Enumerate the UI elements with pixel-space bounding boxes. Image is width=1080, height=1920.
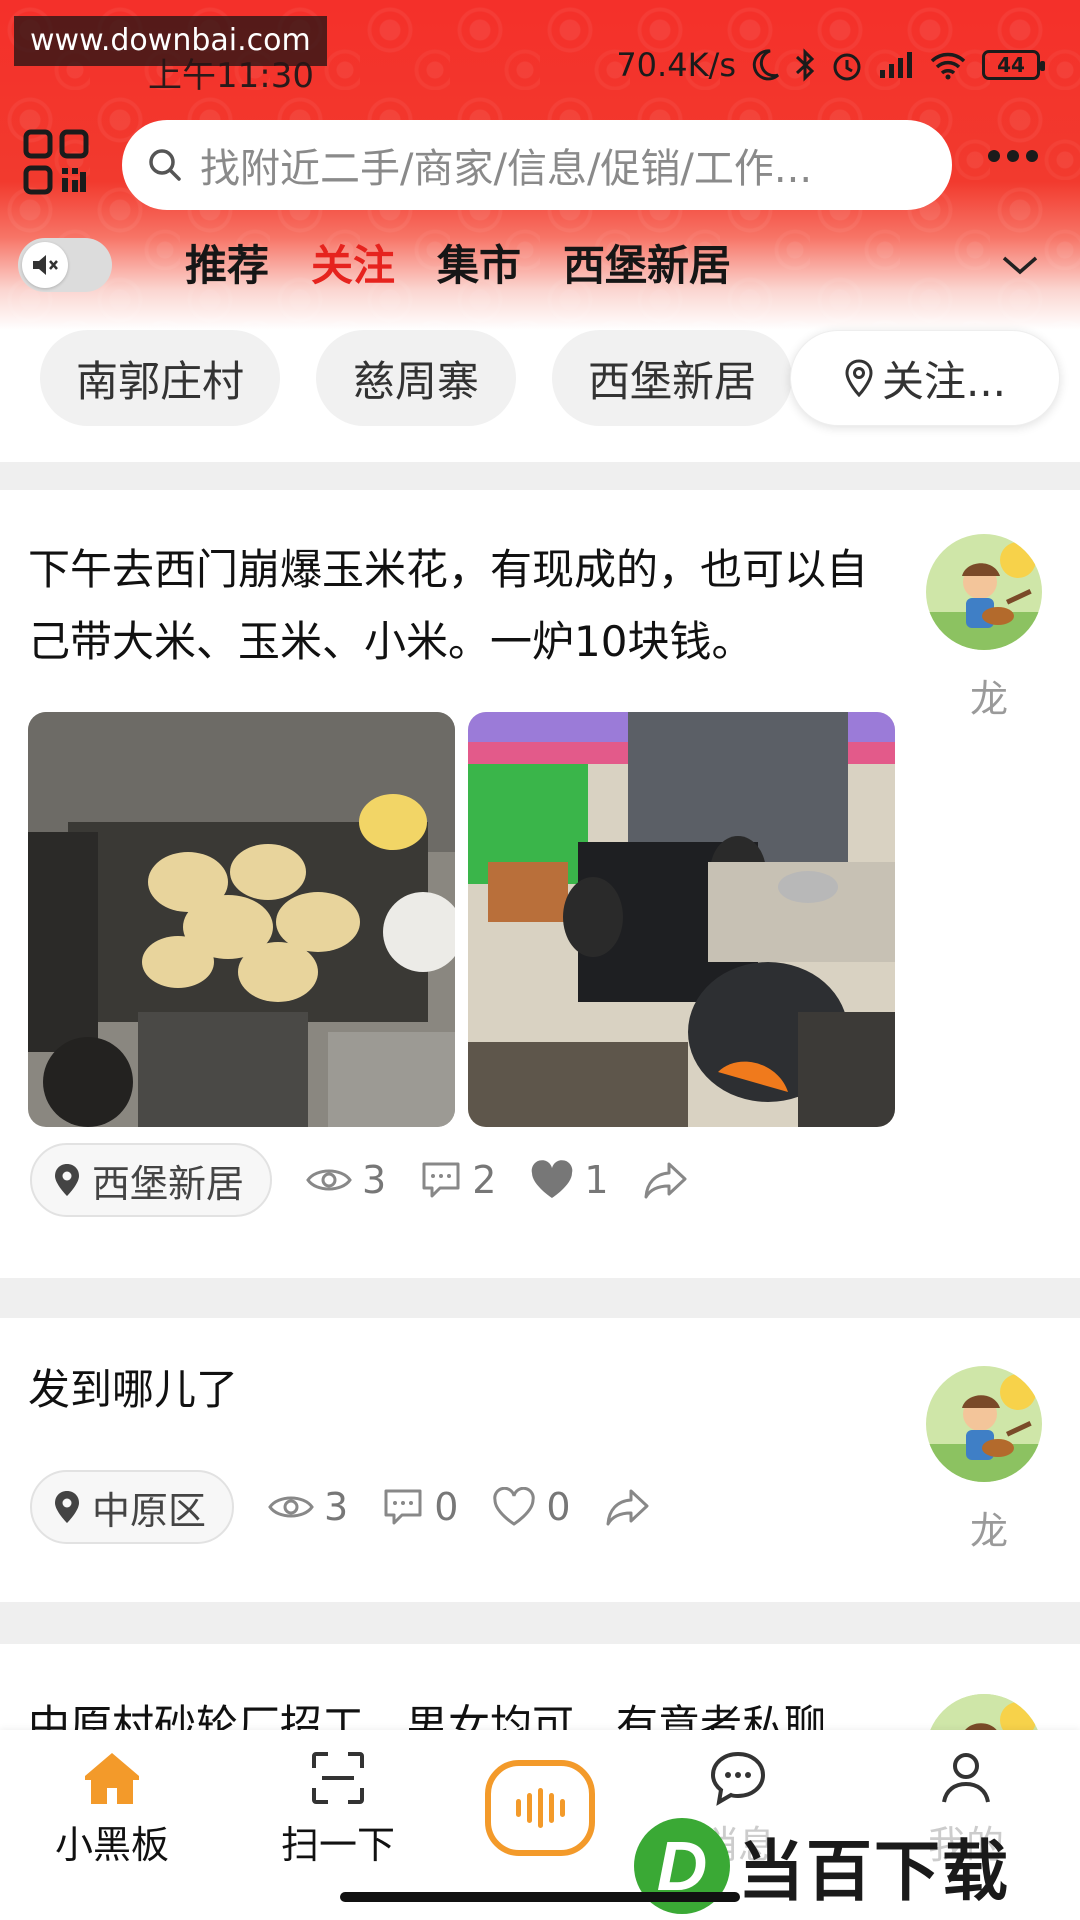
- like-count-value: 0: [546, 1485, 571, 1529]
- location-tag[interactable]: 西堡新居: [30, 1143, 273, 1217]
- chevron-down-icon[interactable]: [1000, 250, 1040, 280]
- post-meta: 中原区 3 0 0: [30, 1470, 651, 1544]
- scan-icon: [312, 1752, 364, 1804]
- status-icons: 70.4K/s 44: [616, 46, 1045, 84]
- tab-market[interactable]: 集市: [437, 238, 521, 294]
- comment-count-value: 0: [434, 1485, 459, 1529]
- nav-scan-label: 扫一下: [280, 1823, 395, 1867]
- qr-scan-icon[interactable]: [22, 128, 90, 196]
- signal-icon: [880, 52, 912, 78]
- comment-icon: [422, 1162, 460, 1198]
- chip-cizhouzhai[interactable]: 慈周寨: [316, 330, 516, 426]
- comment-button[interactable]: 0: [382, 1485, 458, 1529]
- post-photo[interactable]: [468, 712, 895, 1127]
- share-icon: [606, 1489, 649, 1526]
- header: 上午11:30 70.4K/s 44 www.downbai.com 找附近二手…: [0, 0, 1080, 330]
- bluetooth-icon: [795, 48, 815, 82]
- sound-toggle[interactable]: [18, 238, 112, 292]
- wifi-icon: [930, 52, 966, 80]
- view-count-value: 3: [362, 1158, 387, 1202]
- like-button[interactable]: 1: [530, 1158, 609, 1202]
- chip-xibao[interactable]: 西堡新居: [552, 330, 792, 426]
- avatar[interactable]: [926, 1694, 1042, 1730]
- chat-icon: [710, 1751, 766, 1806]
- chip-follow-location[interactable]: 关注...: [790, 330, 1060, 426]
- post-text: 发到哪儿了: [28, 1365, 239, 1414]
- like-count-value: 1: [584, 1158, 609, 1202]
- author-name: 龙: [969, 1509, 1008, 1553]
- view-count-value: 3: [324, 1485, 349, 1529]
- comment-count-value: 2: [472, 1158, 497, 1202]
- home-indicator: [340, 1892, 740, 1902]
- share-button[interactable]: [643, 1160, 689, 1200]
- location-tag-label: 西堡新居: [92, 1161, 245, 1206]
- share-button[interactable]: [605, 1487, 651, 1527]
- location-tag[interactable]: 中原区: [30, 1470, 235, 1544]
- search-input[interactable]: 找附近二手/商家/信息/促销/工作...: [122, 120, 952, 210]
- user-icon: [942, 1753, 990, 1803]
- post-photo[interactable]: [28, 712, 455, 1127]
- comment-icon: [384, 1489, 422, 1525]
- nav-scan[interactable]: 扫一下: [258, 1730, 418, 1869]
- location-pin-icon: [845, 359, 873, 397]
- tab-following[interactable]: 关注: [311, 238, 395, 294]
- tab-recommend[interactable]: 推荐: [185, 238, 269, 294]
- location-pin-icon: [55, 1491, 79, 1523]
- share-icon: [644, 1162, 687, 1199]
- location-chip-bar: 南郭庄村 慈周寨 西堡新居 关注...: [0, 330, 1080, 460]
- section-divider: [0, 1278, 1080, 1318]
- post-card[interactable]: 中原村砂轮厂招工，男女均可，有意者私聊: [0, 1644, 1080, 1730]
- heart-outline-icon: [493, 1487, 536, 1526]
- section-divider: [0, 1602, 1080, 1644]
- home-icon: [85, 1753, 139, 1804]
- comment-button[interactable]: 2: [420, 1158, 496, 1202]
- tab-xibao[interactable]: 西堡新居: [563, 238, 731, 294]
- eye-icon: [268, 1496, 314, 1518]
- avatar[interactable]: [926, 1366, 1042, 1482]
- post-text: 下午去西门崩爆玉米花，有现成的，也可以自己带大米、玉米、小米。一炉10块钱。: [28, 545, 869, 666]
- more-menu-button[interactable]: [988, 150, 1038, 164]
- post-meta: 西堡新居 3 2 1: [30, 1143, 689, 1217]
- search-placeholder: 找附近二手/商家/信息/促销/工作...: [200, 146, 813, 192]
- chip-follow-label: 关注...: [881, 356, 1007, 406]
- nav-home[interactable]: 小黑板: [32, 1730, 192, 1869]
- post-card[interactable]: 下午去西门崩爆玉米花，有现成的，也可以自己带大米、玉米、小米。一炉10块钱。 龙: [0, 490, 1080, 1278]
- post-card[interactable]: 发到哪儿了 龙 中原区 3 0 0: [0, 1318, 1080, 1602]
- nav-home-label: 小黑板: [54, 1823, 169, 1867]
- author-name: 龙: [969, 677, 1008, 721]
- section-divider: [0, 462, 1080, 490]
- post-text: 中原村砂轮厂招工，男女均可，有意者私聊: [28, 1701, 827, 1730]
- search-icon: [149, 149, 181, 181]
- chip-nanguozhuang[interactable]: 南郭庄村: [40, 330, 280, 426]
- heart-filled-icon: [532, 1160, 573, 1198]
- network-speed: 70.4K/s: [616, 46, 736, 84]
- watermark-top: www.downbai.com: [14, 16, 327, 66]
- mute-icon: [22, 242, 68, 288]
- location-pin-icon: [55, 1164, 79, 1196]
- view-count: 3: [306, 1158, 386, 1202]
- eye-icon: [306, 1169, 352, 1191]
- avatar[interactable]: [926, 534, 1042, 650]
- alarm-icon: [833, 53, 861, 81]
- moon-icon: [752, 49, 780, 81]
- location-tag-label: 中原区: [92, 1488, 207, 1533]
- category-tabs: 推荐 关注 集市 西堡新居: [185, 238, 731, 294]
- voice-post-button[interactable]: [485, 1760, 595, 1856]
- watermark-text: 当百下载: [738, 1833, 1010, 1910]
- view-count: 3: [268, 1485, 348, 1529]
- battery-indicator: 44: [982, 50, 1045, 80]
- like-button[interactable]: 0: [492, 1485, 571, 1529]
